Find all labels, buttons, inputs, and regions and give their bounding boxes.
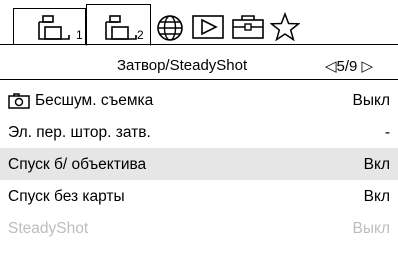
menu-header: Затвор/SteadyShot ◁5/9 ▷ <box>0 57 398 80</box>
toolbox-icon[interactable] <box>232 14 264 40</box>
menu-item-value: Выкл <box>352 220 390 237</box>
menu-item-silent-shooting[interactable]: Бесшум. съемка Выкл <box>0 84 398 116</box>
playback-icon[interactable] <box>192 14 224 40</box>
tab-bar-divider <box>0 44 398 45</box>
menu-item-label: Бесшум. съемка <box>35 92 154 109</box>
camera-icon <box>8 93 30 109</box>
menu-item-value: Выкл <box>352 92 390 109</box>
menu-item-label: Спуск б/ объектива <box>8 156 147 173</box>
tab-camera-settings-1[interactable]: 1 <box>13 8 86 45</box>
network-globe-icon[interactable] <box>156 14 184 42</box>
tab-camera-settings-2[interactable]: 2 <box>86 4 151 46</box>
tab-number: 2 <box>137 28 144 42</box>
menu-item-label: Спуск без карты <box>8 188 125 205</box>
page-indicator[interactable]: ◁5/9 ▷ <box>325 57 373 75</box>
camera-settings-icon <box>105 15 137 40</box>
menu-item-value: Вкл <box>363 188 390 205</box>
menu-item-label: SteadyShot <box>8 220 89 237</box>
menu-item-release-without-lens[interactable]: Спуск б/ объектива Вкл <box>0 148 398 180</box>
menu-item-e-front-curtain[interactable]: Эл. пер. штор. затв. - <box>0 116 398 148</box>
tab-number: 1 <box>76 28 83 42</box>
menu-item-steadyshot: SteadyShot Выкл <box>0 212 398 244</box>
star-icon[interactable] <box>270 12 300 42</box>
menu-item-value: - <box>384 124 390 141</box>
menu-item-release-without-card[interactable]: Спуск без карты Вкл <box>0 180 398 212</box>
tab-bar: 1 2 <box>0 0 398 46</box>
menu-item-label: Эл. пер. штор. затв. <box>8 124 151 141</box>
menu-item-value: Вкл <box>363 156 390 173</box>
menu-list: Бесшум. съемка Выкл Эл. пер. штор. затв.… <box>0 84 398 244</box>
camera-settings-icon <box>38 15 70 40</box>
page-title: Затвор/SteadyShot <box>117 57 248 74</box>
